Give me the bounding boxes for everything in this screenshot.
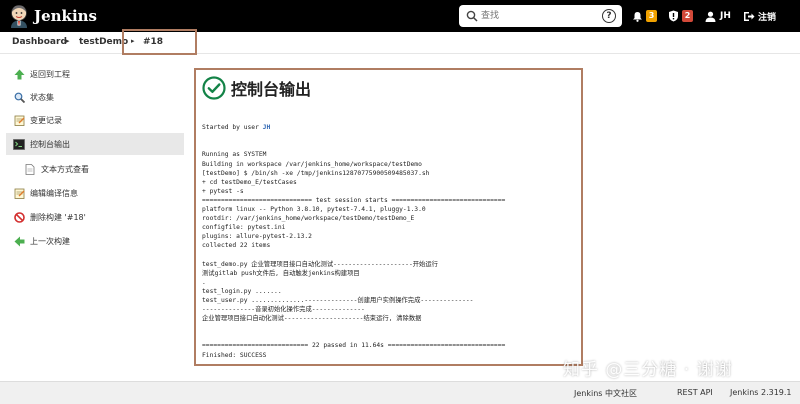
- console-line: test_user.py ..............-------------…: [202, 296, 474, 304]
- sidebar-item-label: 删除构建 '#18': [30, 212, 86, 222]
- sidebar-item-changes[interactable]: 变更记录: [6, 109, 184, 131]
- logout-icon: [744, 11, 755, 21]
- user-icon: [705, 11, 716, 22]
- security-badge: 2: [682, 10, 693, 22]
- footer: Jenkins 中文社区 REST API Jenkins 2.319.1: [0, 381, 800, 404]
- magnifier-icon: [13, 91, 25, 103]
- breadcrumb-dashboard[interactable]: Dashboard: [12, 37, 67, 47]
- console-line: + cd testDemo_E/testCases: [202, 178, 297, 186]
- console-line: test_login.py .......: [202, 287, 282, 295]
- notepad-icon: [13, 114, 25, 126]
- console-line: --------------音录初始化操作完成--------------: [202, 306, 365, 314]
- sidebar-item-previous-build[interactable]: 上一次构建: [6, 230, 184, 252]
- search-box[interactable]: ?: [459, 5, 622, 27]
- arrow-left-icon: [13, 235, 25, 247]
- notifications-button[interactable]: 3: [632, 0, 657, 32]
- sidebar-item-status[interactable]: 状态集: [6, 86, 184, 108]
- search-input[interactable]: [481, 8, 599, 24]
- no-entry-icon: [13, 211, 25, 223]
- sidebar-item-back-to-project[interactable]: 返回到工程: [6, 63, 184, 85]
- console-line: configfile: pytest.ini: [202, 224, 286, 232]
- console-line: [testDemo] $ /bin/sh -xe /tmp/jenkins128…: [202, 169, 430, 177]
- console-line: Finished: SUCCESS: [202, 351, 267, 359]
- sidebar-item-label: 文本方式查看: [41, 164, 89, 174]
- chevron-right-icon[interactable]: ▸: [66, 37, 70, 45]
- sidebar-item-label: 返回到工程: [30, 69, 70, 79]
- footer-rest-api-link[interactable]: REST API: [677, 388, 713, 397]
- search-icon: [466, 10, 478, 22]
- console-line: test_demo.py 企业管理项目接口自动化测试--------------…: [202, 260, 438, 268]
- console-line: 企业管理项目接口自动化测试---------------------结束运行, …: [202, 315, 422, 323]
- sidebar-item-delete-build[interactable]: 删除构建 '#18': [6, 206, 184, 228]
- console-line: plugins: allure-pytest-2.13.2: [202, 233, 312, 241]
- console-line: ============================ 22 passed i…: [202, 342, 506, 350]
- notifications-badge: 3: [646, 10, 657, 22]
- jenkins-logo-icon[interactable]: [8, 4, 30, 28]
- sidebar-item-label: 状态集: [30, 92, 54, 102]
- footer-version-link[interactable]: Jenkins 2.319.1: [730, 388, 792, 397]
- sidebar-item-console-output[interactable]: 控制台输出: [6, 133, 184, 155]
- console-started-prefix: Started by user: [202, 124, 263, 132]
- console-line: collected 22 items: [202, 242, 271, 250]
- help-icon[interactable]: ?: [602, 9, 616, 23]
- console-line: 测试gitlab push文件后, 自动触发jenkins构建项目: [202, 269, 360, 277]
- user-menu[interactable]: JH: [705, 0, 731, 32]
- console-line: Running as SYSTEM: [202, 151, 267, 159]
- footer-community-link[interactable]: Jenkins 中文社区: [574, 388, 637, 399]
- sidebar-item-label: 变更记录: [30, 115, 62, 125]
- sidebar-item-edit-build-info[interactable]: 编辑编译信息: [6, 182, 184, 204]
- highlight-box: [122, 29, 197, 55]
- sidebar-item-label: 编辑编译信息: [30, 188, 78, 198]
- user-name: JH: [720, 11, 731, 21]
- arrow-up-icon: [13, 68, 25, 80]
- terminal-icon: [13, 138, 25, 150]
- document-icon: [24, 163, 36, 175]
- page-header: 控制台输出: [202, 75, 311, 101]
- console-line: rootdir: /var/jenkins_home/workspace/tes…: [202, 215, 415, 223]
- logout-button[interactable]: 注销: [743, 0, 776, 32]
- watermark: 知乎 @三分糖 · 谢谢: [563, 360, 733, 380]
- console-line: Started by user JH: [202, 123, 577, 132]
- page-title: 控制台输出: [231, 80, 312, 99]
- sidebar-item-label: 控制台输出: [30, 139, 70, 149]
- brand-title[interactable]: Jenkins: [34, 7, 97, 25]
- console-line: .: [202, 278, 206, 286]
- breadcrumb-testdemo[interactable]: testDemo: [79, 37, 128, 47]
- bell-icon: [633, 11, 642, 22]
- console-line: platform linux -- Python 3.8.10, pytest-…: [202, 206, 426, 214]
- shield-icon: [669, 10, 678, 22]
- top-header: Jenkins ? 3 2 JH: [0, 0, 800, 32]
- sidebar: 返回到工程 状态集 变更记录 控制台输出 文本方式查看 编辑编译信息 删除构建 …: [0, 62, 185, 378]
- sidebar-item-plain-text[interactable]: 文本方式查看: [6, 158, 184, 180]
- logout-label: 注销: [758, 12, 777, 23]
- breadcrumb: Dashboard ▸ testDemo ▸ #18: [0, 32, 800, 54]
- console-line: Building in workspace /var/jenkins_home/…: [202, 160, 422, 168]
- notepad-icon: [13, 187, 25, 199]
- console-user-link[interactable]: JH: [263, 124, 271, 131]
- security-button[interactable]: 2: [668, 0, 693, 32]
- console-output: Started by user JH Running as SYSTEM Buil…: [202, 105, 577, 360]
- check-circle-icon: [202, 76, 226, 100]
- console-line: ============================= test sessi…: [202, 196, 506, 204]
- sidebar-item-label: 上一次构建: [30, 236, 70, 246]
- console-line: + pytest -s: [202, 187, 244, 195]
- console-panel: 控制台输出 Started by user JH Running as SYST…: [194, 68, 583, 366]
